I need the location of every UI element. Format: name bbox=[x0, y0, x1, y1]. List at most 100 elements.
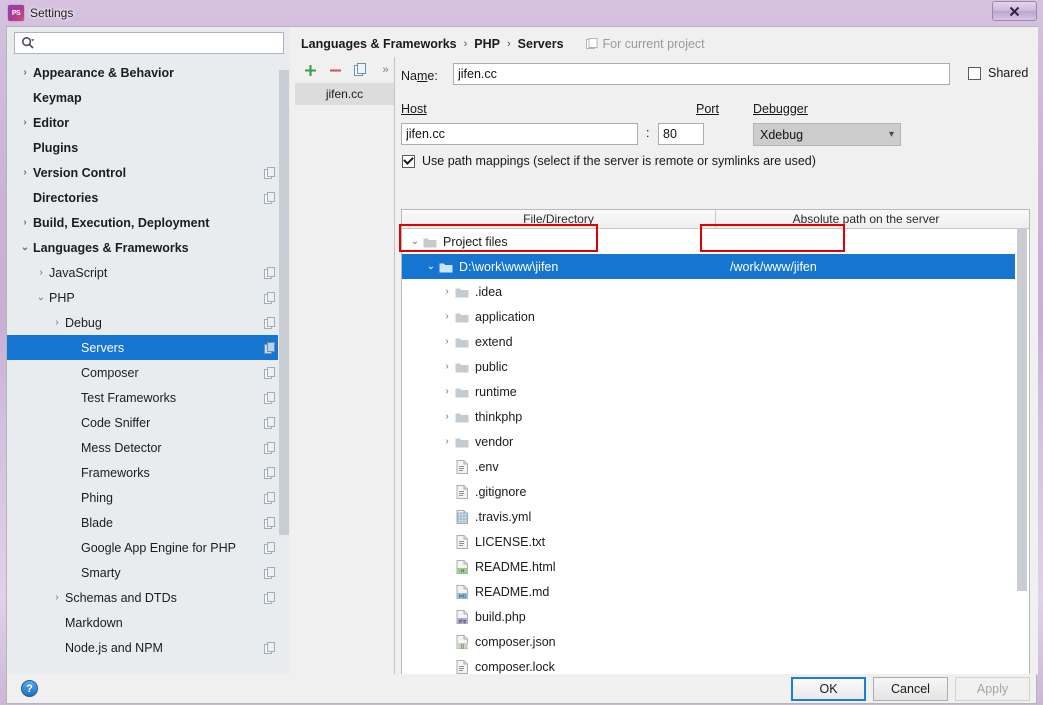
debugger-dropdown[interactable]: Xdebug ▾ bbox=[753, 123, 901, 146]
settings-category-tree[interactable]: ›Appearance & BehaviorKeymap›EditorPlugi… bbox=[7, 60, 290, 674]
sidebar-item-node-js-and-npm[interactable]: Node.js and NPM bbox=[7, 635, 290, 660]
chevron-right-icon[interactable]: › bbox=[440, 286, 454, 297]
chevron-down-icon[interactable]: ⌄ bbox=[17, 242, 33, 253]
shared-checkbox-row[interactable]: Shared bbox=[968, 66, 1028, 80]
chevron-right-icon[interactable]: › bbox=[17, 117, 33, 128]
help-icon[interactable]: ? bbox=[21, 680, 38, 697]
table-row[interactable]: HREADME.html bbox=[402, 554, 1029, 579]
add-server-button[interactable] bbox=[303, 63, 318, 78]
chevron-right-icon[interactable]: › bbox=[440, 411, 454, 422]
column-header-absolute-path[interactable]: Absolute path on the server bbox=[716, 210, 1016, 228]
shared-checkbox[interactable] bbox=[968, 67, 981, 80]
sidebar-scrollbar-track[interactable] bbox=[278, 60, 290, 674]
chevron-right-icon[interactable]: › bbox=[17, 167, 33, 178]
chevron-right-icon[interactable]: › bbox=[17, 67, 33, 78]
close-icon[interactable] bbox=[992, 1, 1037, 21]
apply-button[interactable]: Apply bbox=[955, 677, 1030, 701]
sidebar-item-debug[interactable]: ›Debug bbox=[7, 310, 290, 335]
server-list-item[interactable]: jifen.cc bbox=[295, 83, 394, 105]
table-row[interactable]: ›vendor bbox=[402, 429, 1029, 454]
sidebar-item-phing[interactable]: Phing bbox=[7, 485, 290, 510]
chevron-right-icon[interactable]: › bbox=[440, 386, 454, 397]
sidebar-item-build-execution-deployment[interactable]: ›Build, Execution, Deployment bbox=[7, 210, 290, 235]
table-row[interactable]: .travis.yml bbox=[402, 504, 1029, 529]
table-scrollbar-thumb[interactable] bbox=[1017, 229, 1027, 591]
sidebar-item-code-sniffer[interactable]: Code Sniffer bbox=[7, 410, 290, 435]
file-name-label: .idea bbox=[475, 285, 502, 299]
sidebar-item-keymap[interactable]: Keymap bbox=[7, 85, 290, 110]
chevron-down-icon[interactable]: ⌄ bbox=[33, 292, 49, 303]
path-mappings-row[interactable]: Use path mappings (select if the server … bbox=[402, 154, 816, 168]
folder-icon bbox=[454, 361, 470, 373]
name-field[interactable] bbox=[453, 63, 950, 85]
sidebar-item-markdown[interactable]: Markdown bbox=[7, 610, 290, 635]
breadcrumb-item-2[interactable]: Servers bbox=[518, 37, 564, 51]
dialog-button-bar: ? OK Cancel Apply bbox=[6, 674, 1037, 704]
host-field[interactable] bbox=[401, 123, 638, 145]
table-row[interactable]: ›public bbox=[402, 354, 1029, 379]
sidebar-item-frameworks[interactable]: Frameworks bbox=[7, 460, 290, 485]
table-row[interactable]: ⌄D:\work\www\jifen/work/www/jifen bbox=[402, 254, 1029, 279]
sidebar-item-editor[interactable]: ›Editor bbox=[7, 110, 290, 135]
sidebar-item-schemas-and-dtds[interactable]: ›Schemas and DTDs bbox=[7, 585, 290, 610]
cell-absolute-path[interactable]: /work/www/jifen bbox=[716, 260, 1016, 274]
sidebar-item-appearance-behavior[interactable]: ›Appearance & Behavior bbox=[7, 60, 290, 85]
chevron-down-icon[interactable]: ⌄ bbox=[408, 236, 422, 247]
sidebar-item-version-control[interactable]: ›Version Control bbox=[7, 160, 290, 185]
sidebar-scrollbar-thumb[interactable] bbox=[279, 70, 289, 535]
sidebar-item-blade[interactable]: Blade bbox=[7, 510, 290, 535]
sidebar-item-composer[interactable]: Composer bbox=[7, 360, 290, 385]
cell-file-directory: .env bbox=[402, 460, 716, 474]
table-row[interactable]: .env bbox=[402, 454, 1029, 479]
svg-text:php: php bbox=[458, 618, 466, 623]
chevron-down-icon[interactable]: ⌄ bbox=[424, 261, 438, 272]
table-row[interactable]: ›runtime bbox=[402, 379, 1029, 404]
sidebar-item-languages-frameworks[interactable]: ⌄Languages & Frameworks bbox=[7, 235, 290, 260]
path-mappings-table[interactable]: File/Directory Absolute path on the serv… bbox=[401, 209, 1030, 685]
sidebar-item-mess-detector[interactable]: Mess Detector bbox=[7, 435, 290, 460]
cell-file-directory: ›extend bbox=[402, 335, 716, 349]
more-options-button[interactable]: » bbox=[378, 63, 393, 78]
use-path-mappings-checkbox[interactable] bbox=[402, 155, 415, 168]
sidebar-item-smarty[interactable]: Smarty bbox=[7, 560, 290, 585]
sidebar-item-google-app-engine-for-php[interactable]: Google App Engine for PHP bbox=[7, 535, 290, 560]
chevron-right-icon[interactable]: › bbox=[49, 592, 65, 603]
chevron-right-icon[interactable]: › bbox=[440, 311, 454, 322]
table-row[interactable]: › .idea bbox=[402, 279, 1029, 304]
breadcrumb-item-0[interactable]: Languages & Frameworks bbox=[301, 37, 457, 51]
chevron-right-icon[interactable]: › bbox=[440, 336, 454, 347]
chevron-right-icon[interactable]: › bbox=[440, 361, 454, 372]
sidebar-item-php[interactable]: ⌄PHP bbox=[7, 285, 290, 310]
project-scope-icon bbox=[264, 442, 276, 454]
table-row[interactable]: ›application bbox=[402, 304, 1029, 329]
table-row[interactable]: ⌄Project files bbox=[402, 229, 1029, 254]
table-scrollbar-track[interactable] bbox=[1015, 229, 1029, 684]
table-row[interactable]: {}composer.json bbox=[402, 629, 1029, 654]
table-row[interactable]: .gitignore bbox=[402, 479, 1029, 504]
remove-server-button[interactable] bbox=[328, 63, 343, 78]
table-body[interactable]: ⌄Project files⌄D:\work\www\jifen/work/ww… bbox=[402, 229, 1029, 679]
table-row[interactable]: phpbuild.php bbox=[402, 604, 1029, 629]
table-row[interactable]: ›thinkphp bbox=[402, 404, 1029, 429]
copy-server-button[interactable] bbox=[353, 63, 368, 78]
port-field[interactable] bbox=[658, 123, 704, 145]
column-header-file-directory[interactable]: File/Directory bbox=[402, 210, 716, 228]
sidebar-item-plugins[interactable]: Plugins bbox=[7, 135, 290, 160]
sidebar-item-javascript[interactable]: ›JavaScript bbox=[7, 260, 290, 285]
cancel-button[interactable]: Cancel bbox=[873, 677, 948, 701]
chevron-right-icon[interactable]: › bbox=[49, 317, 65, 328]
table-row[interactable]: ›extend bbox=[402, 329, 1029, 354]
chevron-right-icon[interactable]: › bbox=[440, 436, 454, 447]
table-row[interactable]: MDREADME.md bbox=[402, 579, 1029, 604]
sidebar-item-test-frameworks[interactable]: Test Frameworks bbox=[7, 385, 290, 410]
breadcrumb-item-1[interactable]: PHP bbox=[474, 37, 500, 51]
table-row[interactable]: LICENSE.txt bbox=[402, 529, 1029, 554]
chevron-right-icon[interactable]: › bbox=[17, 217, 33, 228]
search-box[interactable] bbox=[14, 32, 284, 54]
sidebar-item-directories[interactable]: Directories bbox=[7, 185, 290, 210]
chevron-right-icon[interactable]: › bbox=[33, 267, 49, 278]
search-input[interactable] bbox=[41, 34, 283, 52]
ok-button[interactable]: OK bbox=[791, 677, 866, 701]
sidebar-item-servers[interactable]: Servers bbox=[7, 335, 290, 360]
server-list-items[interactable]: jifen.cc bbox=[295, 83, 394, 105]
